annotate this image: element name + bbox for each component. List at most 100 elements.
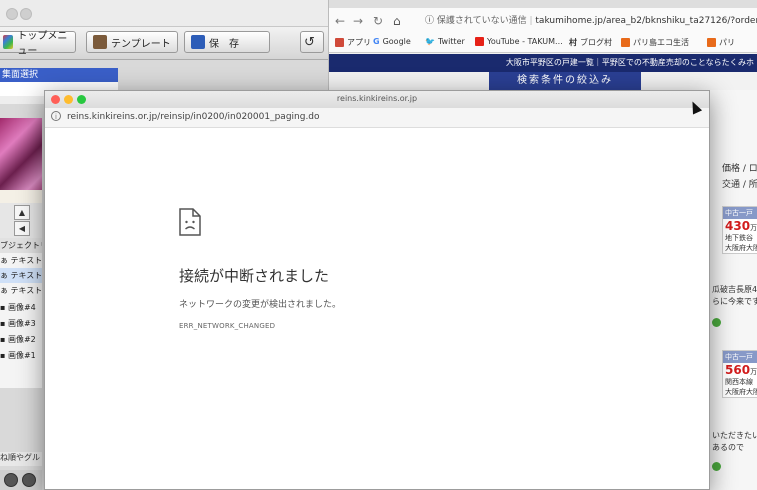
error-title: 接続が中断されました [179, 267, 330, 285]
listing-note: いただきたい [712, 431, 757, 440]
listing-address: 大阪府大阪 [725, 244, 757, 252]
youtube-icon [475, 37, 484, 46]
insecure-warning: 保護されていない通信 [436, 16, 527, 26]
close-window-button[interactable] [6, 8, 18, 20]
bookmark-label: Google [382, 37, 411, 46]
delete-icon[interactable] [22, 473, 36, 487]
bookmark-label: ブログ村 [580, 38, 612, 47]
bookmark-label: パリ島エコ生活 [633, 38, 689, 47]
object-list: ブジェクトリ ぁ テキスト ぁ テキスト ぁ テキスト ▪ 画像#4 ▪ 画像#… [0, 238, 42, 388]
listing-type: 中古一戸 [723, 351, 757, 363]
list-item-label: 画像#1 [7, 351, 36, 360]
reload-icon[interactable]: ↻ [373, 14, 383, 28]
bookmark-google[interactable]: G Google [373, 37, 411, 46]
bookmark-bali[interactable]: パリ [707, 37, 735, 48]
bookmark-label: Twitter [437, 37, 465, 46]
list-item[interactable]: ▪ 画像#2 [0, 332, 42, 347]
home-icon[interactable]: ⌂ [393, 14, 401, 28]
popup-title: reins.kinkireins.or.jp [336, 94, 418, 103]
info-icon[interactable]: i [51, 111, 61, 121]
listing-price-value: 430 [725, 219, 751, 233]
settings-icon[interactable] [4, 473, 18, 487]
popup-titlebar: reins.kinkireins.or.jp [45, 91, 709, 109]
toolbox-icon [93, 35, 107, 49]
address-url: takumihome.jp/area_b2/bknshiku_ta27126/?… [535, 16, 757, 26]
popup-url-bar[interactable]: i reins.kinkireins.or.jp/reinsip/in0200/… [45, 108, 709, 128]
sad-page-icon [179, 208, 201, 236]
arrow-up-icon[interactable]: ▲ [14, 205, 30, 220]
save-label: 保 存 [209, 38, 239, 50]
top-menu-label: トップメニュー [17, 31, 68, 57]
bookmark-label: アプリ [347, 38, 371, 47]
bookmark-twitter[interactable]: 🐦 Twitter [425, 37, 465, 46]
list-item-label: テキスト [10, 271, 42, 280]
expand-icon[interactable] [712, 462, 721, 471]
list-item[interactable]: ▪ 画像#4 [0, 300, 42, 315]
list-item[interactable]: ▪ 画像#1 [0, 348, 42, 363]
list-item-label: 画像#2 [7, 335, 36, 344]
listing-address: 大阪府大阪 [725, 388, 757, 396]
browser-tab-strip [329, 0, 757, 8]
bookmark-label: パリ [719, 38, 735, 47]
listing-price-value: 560 [725, 363, 751, 377]
layer-order-controls: ▲ ◀ [0, 203, 42, 239]
top-menu-button[interactable]: トップメニュー [0, 31, 76, 57]
bottom-controls [0, 470, 42, 490]
listing-card[interactable]: 中古一戸 430万円 地下鉄谷 大阪府大阪 [722, 206, 757, 254]
info-icon: ⓘ [425, 16, 435, 26]
list-item-label: テキスト [10, 256, 42, 265]
search-filter-header[interactable]: 検索条件の絞込み [489, 72, 641, 90]
panel-header: 集面選択 [0, 68, 118, 82]
minimize-window-button[interactable] [20, 8, 32, 20]
editor-titlebar [0, 0, 330, 27]
page-thumbnail[interactable] [0, 118, 42, 200]
listing-card[interactable]: 中古一戸 560万円 関西本線 大阪府大阪 [722, 350, 757, 398]
bookmark-bali-eco[interactable]: パリ島エコ生活 [621, 37, 689, 48]
list-item[interactable]: ぁ テキスト [0, 253, 42, 268]
bookmark-blogmura[interactable]: 村ブログ村 [569, 37, 612, 48]
listing-note: らに今来です [712, 297, 757, 306]
list-item[interactable]: ▪ 画像#3 [0, 316, 42, 331]
blogger-icon [707, 38, 716, 47]
bookmark-apps[interactable]: アプリ [335, 37, 371, 48]
bookmark-youtube[interactable]: YouTube - TAKUM... [475, 37, 563, 46]
list-item[interactable]: ぁ テキスト [0, 283, 42, 298]
blogger-icon [621, 38, 630, 47]
listing-type: 中古一戸 [723, 207, 757, 219]
bookmark-label: YouTube - TAKUM... [487, 37, 563, 46]
listing-price-unit: 万円 [750, 224, 757, 232]
apps-icon [335, 38, 344, 47]
price-label: 価格 / ロ [722, 164, 757, 174]
twitter-icon: 🐦 [425, 37, 435, 46]
list-item[interactable]: ぁ テキスト [0, 268, 42, 283]
forward-icon[interactable]: → [353, 14, 363, 28]
list-item-label: テキスト [10, 286, 42, 295]
address-bar[interactable]: ⓘ 保護されていない通信 | takumihome.jp/area_b2/bkn… [425, 13, 757, 26]
bookmarks-bar: アプリ G Google 🐦 Twitter YouTube - TAKUM... … [329, 34, 757, 53]
access-label: 交通 / 所 [722, 180, 757, 190]
browser-toolbar: ← → ↻ ⌂ ⓘ 保護されていない通信 | takumihome.jp/are… [329, 8, 757, 35]
listing-price: 430万円 [723, 219, 757, 233]
undo-button[interactable]: ↺ [300, 31, 324, 53]
listing-station: 地下鉄谷 [725, 234, 753, 242]
expand-icon[interactable] [712, 318, 721, 327]
error-popup-window: reins.kinkireins.or.jp i reins.kinkirein… [44, 90, 710, 490]
blogmura-icon: 村 [569, 38, 577, 47]
list-item-label: 画像#4 [7, 303, 36, 312]
listing-price-unit: 万円 [750, 368, 757, 376]
editor-toolbar: トップメニュー テンプレート 保 存 ↺ [0, 27, 330, 60]
grid-icon [3, 35, 14, 49]
back-icon[interactable]: ← [335, 14, 345, 28]
error-code: ERR_NETWORK_CHANGED [179, 322, 276, 330]
arrow-left-icon[interactable]: ◀ [14, 221, 30, 236]
undo-icon: ↺ [304, 34, 315, 50]
template-button[interactable]: テンプレート [86, 31, 178, 53]
listing-note: あるので [712, 443, 744, 452]
object-list-header: ブジェクトリ [0, 238, 42, 253]
popup-url: reins.kinkireins.or.jp/reinsip/in0200/in… [67, 112, 320, 122]
save-button[interactable]: 保 存 [184, 31, 270, 53]
error-description: ネットワークの変更が検出されました。 [179, 300, 342, 310]
google-icon: G [373, 37, 380, 46]
site-banner: 大阪市平野区の戸建一覧｜平野区での不動産売却のことならたくみホ [329, 54, 757, 72]
listing-note: 瓜破吉長原4 [712, 285, 757, 294]
